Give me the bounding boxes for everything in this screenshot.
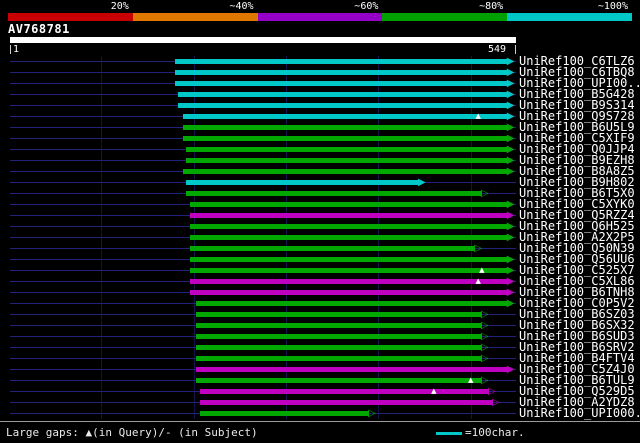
scale-bar: [8, 13, 632, 21]
alignment-bar[interactable]: [195, 345, 482, 350]
alignment-bar[interactable]: [175, 81, 508, 86]
subject-extends-arrow-icon: ▷: [491, 397, 500, 408]
scale-labels: 20% ~40% ~60% ~80% ~100%: [8, 2, 632, 12]
hit-label[interactable]: UniRef100_UPI000..: [519, 407, 640, 419]
length-scale-label: =100char.: [465, 426, 525, 439]
alignment-bar[interactable]: [190, 224, 508, 229]
alignment-bar[interactable]: [195, 356, 482, 361]
scale-label: ~100%: [597, 1, 628, 12]
alignment-bar[interactable]: [182, 169, 508, 174]
alignment-bar[interactable]: [190, 213, 508, 218]
alignment-bar[interactable]: [200, 411, 370, 416]
query-gap-marker-icon: ▲: [479, 266, 485, 274]
subject-extends-arrow-icon: ▷: [480, 375, 489, 386]
scale-label: ~80%: [479, 1, 504, 12]
subject-extends-arrow-icon: ▶: [506, 210, 515, 221]
alignment-bar[interactable]: [190, 279, 508, 284]
alignment-bar[interactable]: [195, 312, 482, 317]
scale-label: ~40%: [229, 1, 254, 12]
subject-extends-arrow-icon: ▶: [506, 232, 515, 243]
subject-extends-arrow-icon: ▶: [506, 100, 515, 111]
subject-extends-arrow-icon: ▷: [480, 309, 489, 320]
alignment-bar[interactable]: [190, 202, 508, 207]
scale-label: 20%: [110, 1, 129, 12]
subject-extends-arrow-icon: ▷: [488, 386, 496, 397]
subject-extends-arrow-icon: ▶: [506, 67, 515, 78]
large-gaps-note: Large gaps: ▲(in Query)/- (in Subject): [6, 426, 258, 439]
subject-extends-arrow-icon: ▶: [506, 166, 515, 177]
query-gap-marker-icon: ▲: [468, 376, 474, 384]
alignment-bar[interactable]: [186, 147, 508, 152]
alignment-bar[interactable]: [200, 389, 490, 394]
alignment-bar[interactable]: [195, 334, 482, 339]
length-scale-line: [436, 431, 462, 435]
subject-extends-arrow-icon: ▶: [506, 111, 515, 122]
alignment-bar[interactable]: [175, 70, 508, 75]
scale-segment: [507, 13, 632, 21]
subject-extends-arrow-icon: ▷: [480, 331, 489, 342]
scale-segment: [132, 13, 258, 21]
subject-extends-arrow-icon: ▷: [368, 408, 376, 419]
alignment-bar[interactable]: [182, 125, 508, 130]
subject-extends-arrow-icon: ▷: [480, 353, 489, 364]
length-scale-legend: =100char.: [436, 427, 525, 439]
alignment-bar[interactable]: [186, 191, 482, 196]
identity-color-scale: 20% ~40% ~60% ~80% ~100%: [8, 2, 632, 21]
query-end-coordinate: 549: [488, 44, 507, 55]
query-gap-marker-icon: ▲: [475, 112, 481, 120]
subject-extends-arrow-icon: ▶: [506, 276, 515, 287]
scale-segment: [8, 13, 133, 21]
query-gap-marker-icon: ▲: [431, 387, 437, 395]
footer-legend: Large gaps: ▲(in Query)/- (in Subject) =…: [0, 421, 640, 443]
subject-extends-arrow-icon: ▶: [506, 221, 515, 232]
alignment-bar[interactable]: [175, 59, 508, 64]
subject-extends-arrow-icon: ▶: [506, 144, 515, 155]
scale-label: ~60%: [354, 1, 379, 12]
alignment-bar[interactable]: [186, 158, 508, 163]
alignment-bar[interactable]: [178, 92, 508, 97]
scale-segment: [257, 13, 383, 21]
subject-extends-arrow-icon: ▷: [480, 342, 489, 353]
subject-extends-arrow-icon: ▶: [506, 89, 515, 100]
alignment-rows: ▶ UniRef100_C6TLZ6 ▶ UniRef100_C6TBQ8 ▶ UniRe…: [0, 55, 640, 419]
alignment-bar[interactable]: [195, 301, 508, 306]
alignment-row: ▷ UniRef100_UPI000..: [0, 407, 640, 419]
subject-extends-arrow-icon: ▶: [506, 155, 515, 166]
query-bar: [10, 37, 516, 43]
alignment-bar[interactable]: [195, 367, 508, 372]
alignment-bar[interactable]: [190, 268, 508, 273]
query-start-tick: [10, 45, 11, 54]
alignment-bar[interactable]: [178, 103, 508, 108]
query-start-coordinate: 1: [13, 44, 20, 55]
subject-extends-arrow-icon: ▶: [506, 254, 515, 265]
subject-extends-arrow-icon: ▶: [506, 56, 515, 67]
subject-extends-arrow-icon: ▶: [506, 133, 515, 144]
subject-extends-arrow-icon: ▶: [506, 78, 515, 89]
alignment-bar[interactable]: [190, 290, 508, 295]
alignment-bar[interactable]: [186, 180, 420, 185]
alignment-bar[interactable]: [190, 257, 508, 262]
subject-extends-arrow-icon: ▶: [506, 265, 515, 276]
alignment-bar[interactable]: [190, 235, 508, 240]
scale-segment: [382, 13, 508, 21]
alignment-bar[interactable]: [182, 114, 508, 119]
query-name: AV768781: [8, 22, 70, 36]
subject-extends-arrow-icon: ▷: [480, 320, 489, 331]
alignment-bar[interactable]: [190, 246, 476, 251]
alignment-bar[interactable]: [195, 323, 482, 328]
subject-extends-arrow-icon: ▶: [506, 298, 515, 309]
subject-extends-arrow-icon: ▷: [480, 188, 489, 199]
subject-extends-arrow-icon: ▶: [506, 364, 515, 375]
subject-extends-arrow-icon: ▶: [418, 177, 426, 188]
query-end-tick: [515, 45, 516, 54]
blast-graphic-overview: 20% ~40% ~60% ~80% ~100% AV768781 1 549 ▶ Uni…: [0, 0, 640, 443]
alignment-bar[interactable]: [200, 400, 493, 405]
alignment-bar[interactable]: [182, 136, 508, 141]
query-gap-marker-icon: ▲: [475, 277, 481, 285]
subject-extends-arrow-icon: ▷: [474, 243, 483, 254]
alignment-bar[interactable]: [195, 378, 482, 383]
subject-extends-arrow-icon: ▶: [506, 287, 515, 298]
subject-extends-arrow-icon: ▶: [506, 199, 515, 210]
subject-extends-arrow-icon: ▶: [506, 122, 515, 133]
